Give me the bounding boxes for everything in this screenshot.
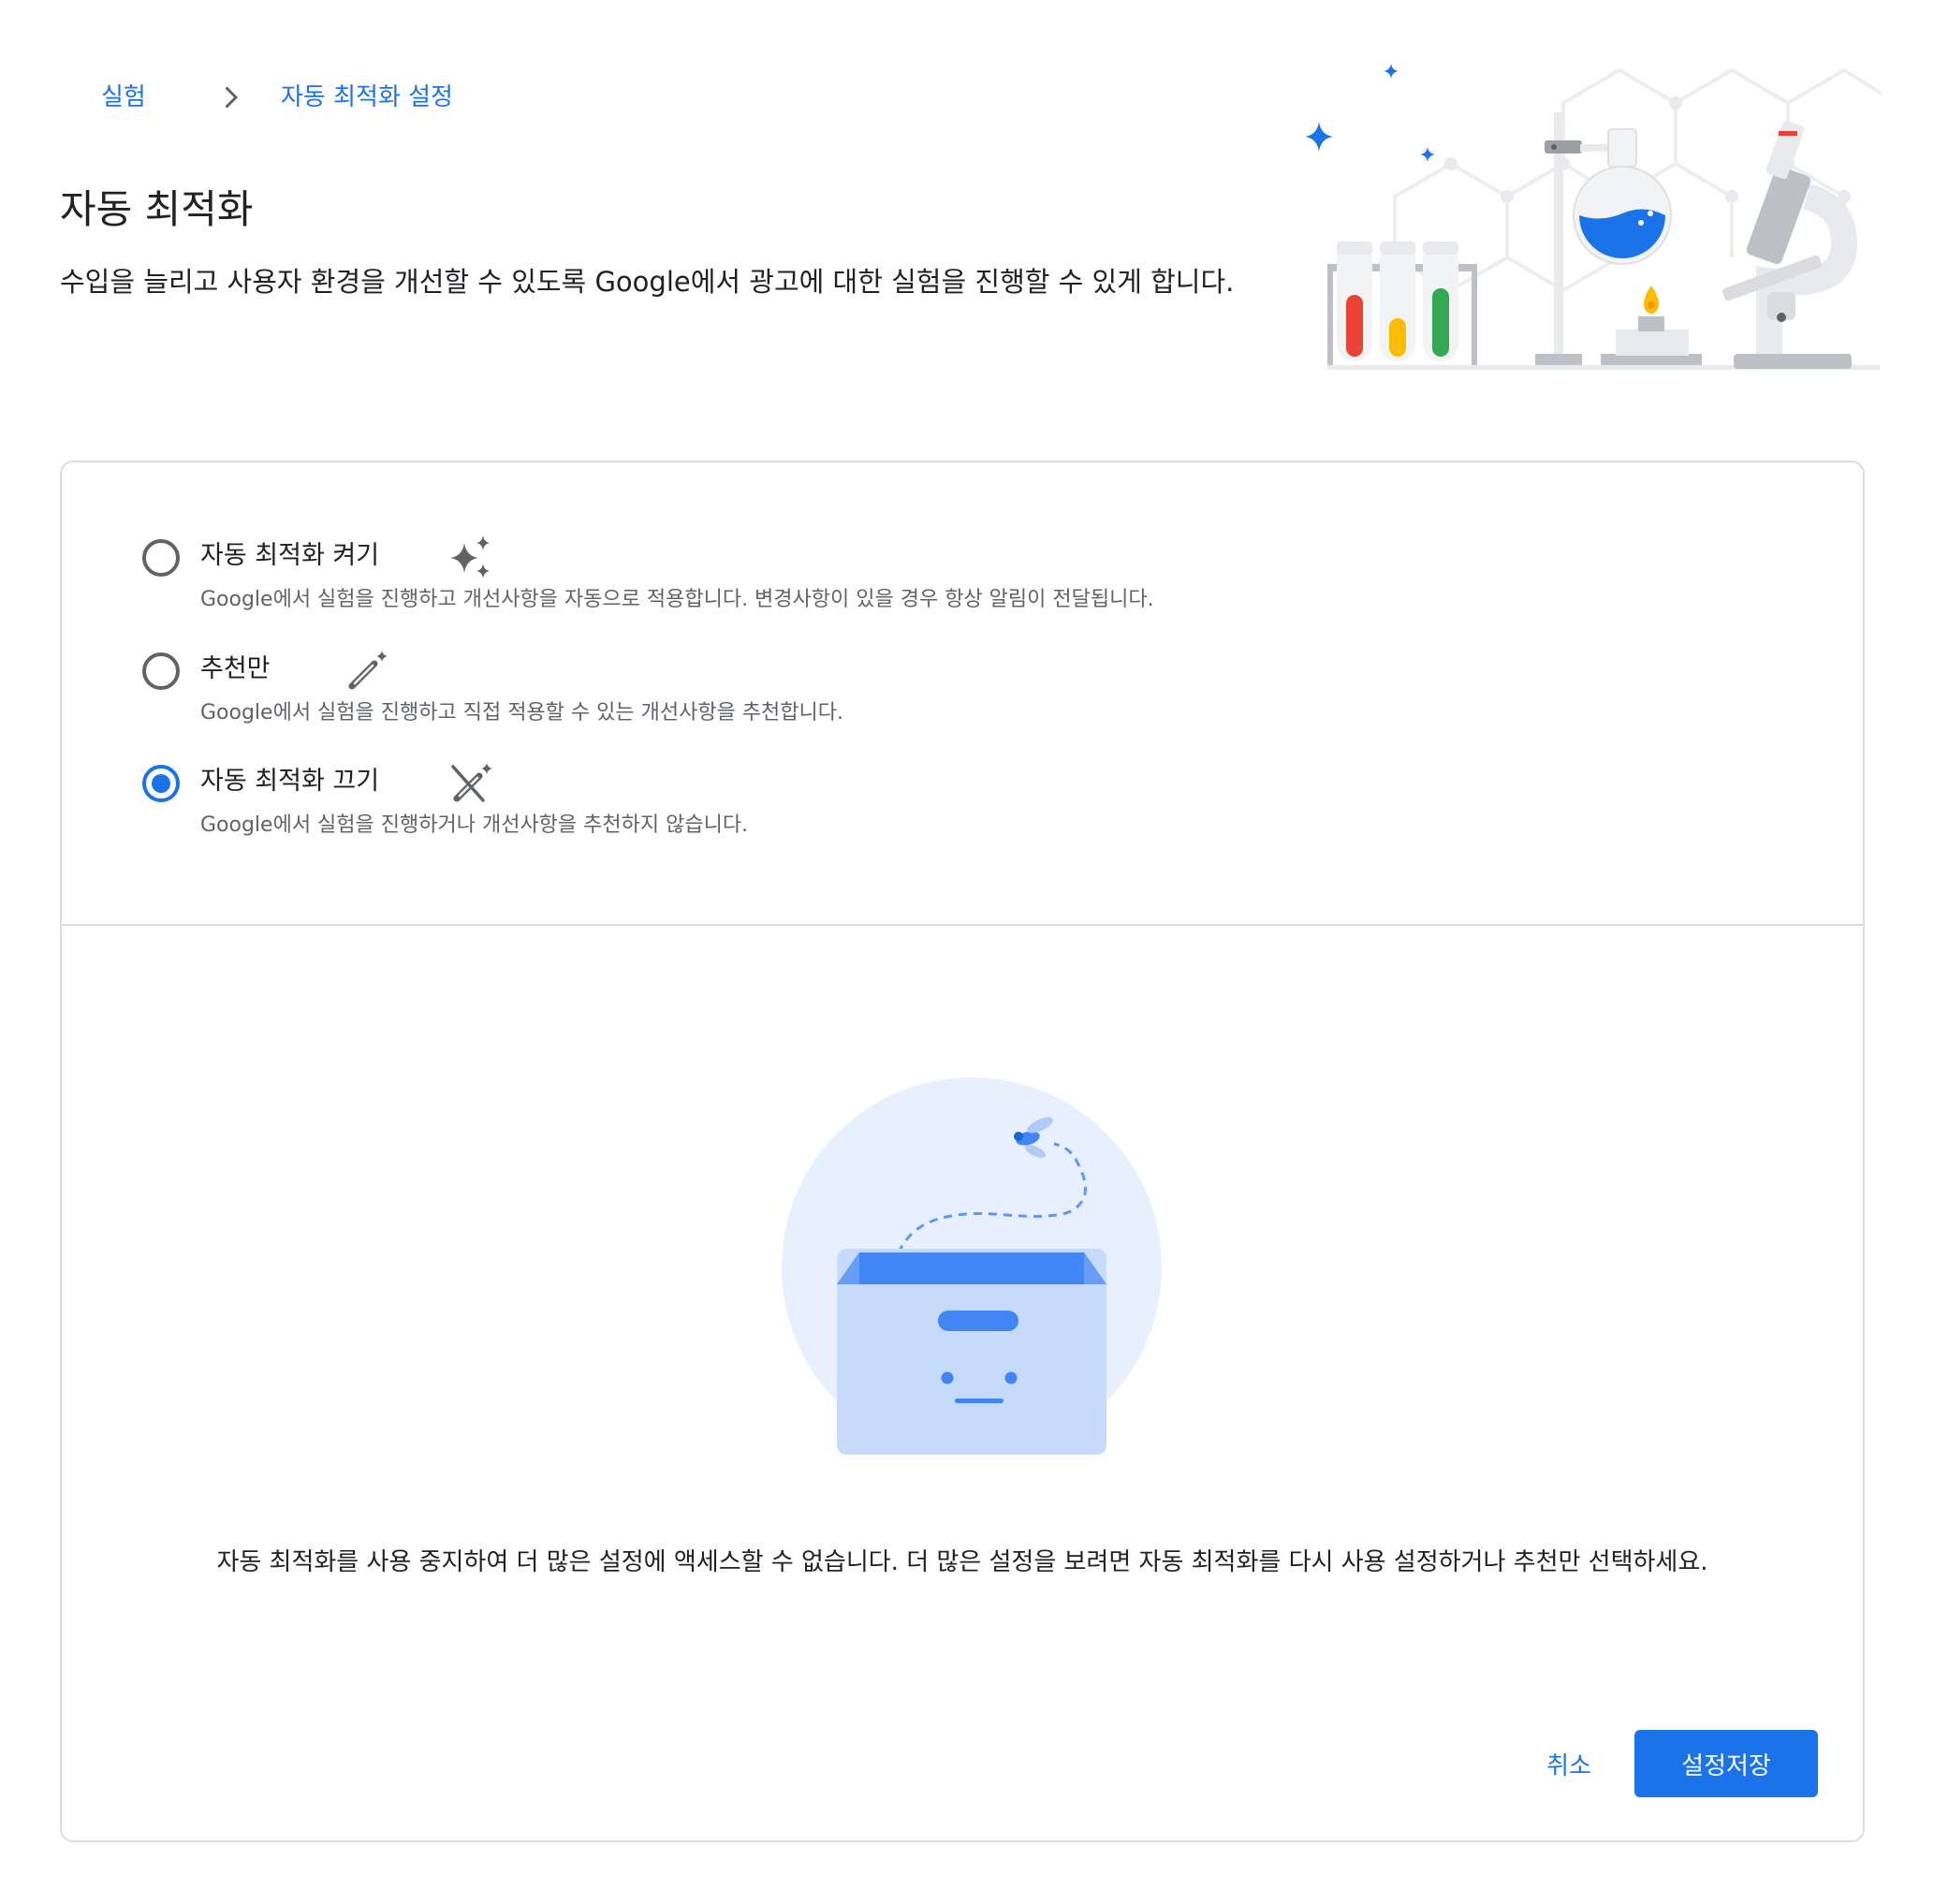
divider xyxy=(62,924,1863,926)
radio-recommendations-only[interactable] xyxy=(142,652,180,690)
option-label: 자동 최적화 끄기 xyxy=(200,767,380,796)
optimization-mode-radio-group: 자동 최적화 켜기 Google에서 실험을 진행하고 개선사항을 자동으로 적… xyxy=(62,462,1863,924)
page-description: 수입을 늘리고 사용자 환경을 개선할 수 있도록 Google에서 광고에 대… xyxy=(60,266,1235,298)
cancel-button[interactable]: 취소 xyxy=(1503,1730,1634,1797)
settings-card: 자동 최적화 켜기 Google에서 실험을 진행하고 개선사항을 자동으로 적… xyxy=(60,461,1865,1842)
save-settings-button[interactable]: 설정저장 xyxy=(1634,1730,1818,1797)
option-description: Google에서 실험을 진행하고 개선사항을 자동으로 적용합니다. 변경사항… xyxy=(200,588,1154,611)
disabled-settings-message: 자동 최적화를 사용 중지하여 더 많은 설정에 액세스할 수 없습니다. 더 … xyxy=(216,1548,1708,1576)
option-recommendations-only[interactable]: 추천만 Google에서 실험을 진행하고 직접 적용할 수 있는 개선사항을 … xyxy=(142,651,1546,746)
empty-box-illustration xyxy=(782,1077,1162,1455)
page-title: 자동 최적화 xyxy=(60,186,254,232)
breadcrumb-link-auto-optimize-settings[interactable]: 자동 최적화 설정 xyxy=(281,77,453,118)
option-auto-optimize-off[interactable]: 자동 최적화 끄기 Google에서 실험을 진행하거나 개선사항을 추천하지 … xyxy=(142,763,1546,858)
magic-wand-icon xyxy=(348,651,388,690)
option-auto-optimize-on[interactable]: 자동 최적화 켜기 Google에서 실험을 진행하고 개선사항을 자동으로 적… xyxy=(142,535,1546,633)
option-label: 추천만 xyxy=(200,654,271,683)
chevron-right-icon xyxy=(225,86,239,109)
radio-auto-optimize-off[interactable] xyxy=(142,765,180,802)
laboratory-illustration xyxy=(1305,64,1882,370)
option-label: 자동 최적화 켜기 xyxy=(200,541,380,570)
option-description: Google에서 실험을 진행하고 직접 적용할 수 있는 개선사항을 추천합니… xyxy=(200,701,844,725)
breadcrumb-link-experiments[interactable]: 실험 xyxy=(101,77,146,118)
option-description: Google에서 실험을 진행하거나 개선사항을 추천하지 않습니다. xyxy=(200,813,749,837)
radio-auto-optimize-on[interactable] xyxy=(142,539,180,577)
sparkle-icon xyxy=(450,535,490,579)
magic-wand-off-icon xyxy=(451,763,492,802)
